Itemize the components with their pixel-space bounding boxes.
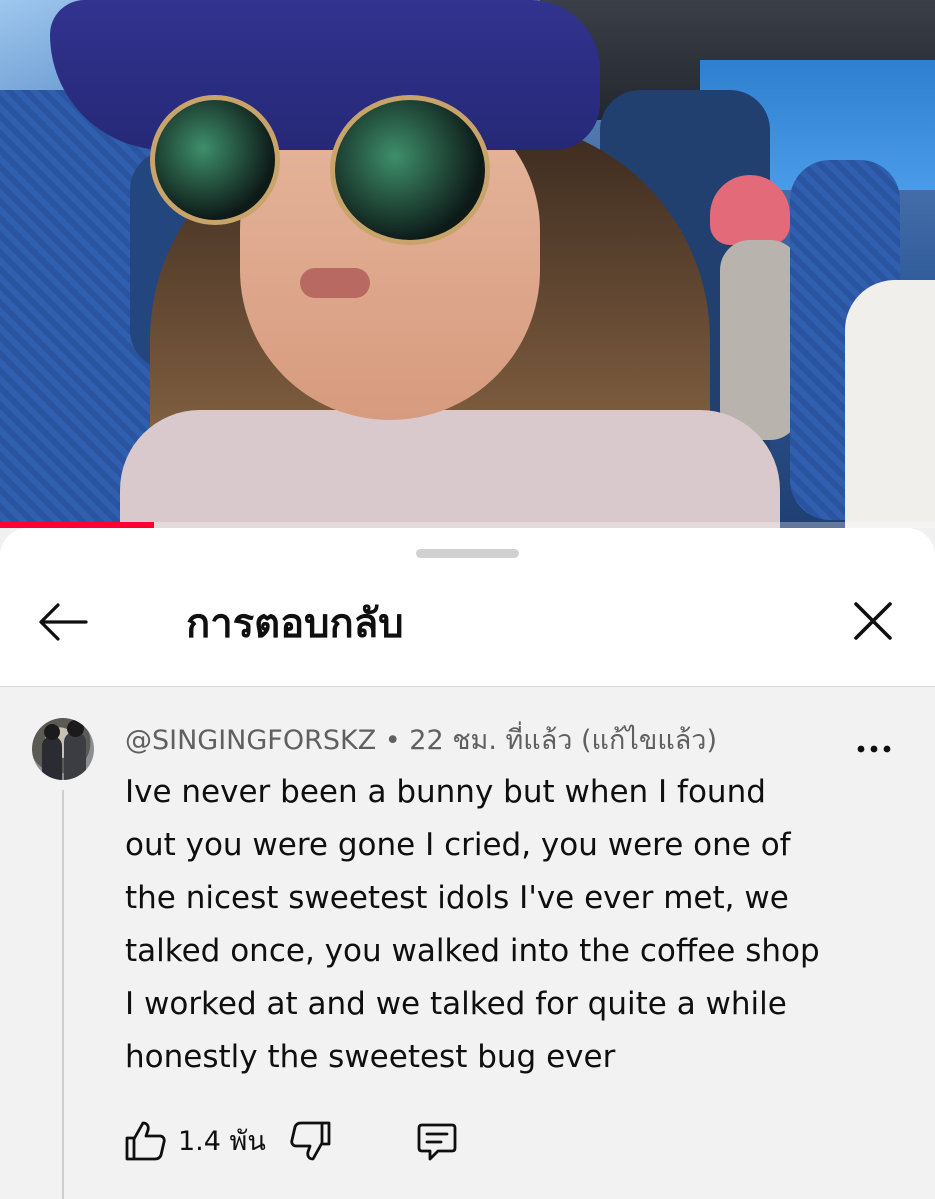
edited-label: (แก้ไขแล้ว) bbox=[581, 725, 717, 756]
meta-separator: • bbox=[376, 725, 410, 756]
passenger bbox=[720, 240, 800, 440]
more-options-button[interactable] bbox=[852, 732, 896, 766]
comment-line: the nicest sweetest idols I've ever met,… bbox=[125, 880, 789, 916]
reply-comment-icon bbox=[414, 1118, 460, 1164]
person-shirt bbox=[120, 410, 780, 528]
like-button[interactable] bbox=[122, 1118, 168, 1164]
drag-handle[interactable] bbox=[416, 549, 519, 558]
comment-line: out you were gone I cried, you were one … bbox=[125, 827, 791, 863]
thread-line bbox=[62, 790, 64, 1199]
comment-line: I worked at and we talked for quite a wh… bbox=[125, 986, 787, 1022]
dislike-button[interactable] bbox=[288, 1118, 334, 1164]
passenger bbox=[845, 280, 935, 528]
close-icon bbox=[846, 598, 900, 646]
comment-body: Ive never been a bunny but when I found … bbox=[125, 766, 865, 1084]
passenger-cap bbox=[710, 175, 790, 245]
comment-line: talked once, you walked into the coffee … bbox=[125, 933, 820, 969]
more-vertical-icon bbox=[852, 732, 896, 766]
comment-line: honestly the sweetest bug ever bbox=[125, 1039, 616, 1075]
comment-time: 22 ชม. ที่แล้ว bbox=[409, 725, 573, 756]
comment-meta: @SINGINGFORSKZ • 22 ชม. ที่แล้ว (แก้ไขแล… bbox=[125, 724, 717, 758]
back-button[interactable] bbox=[36, 600, 90, 644]
thumbs-down-icon bbox=[288, 1118, 334, 1164]
close-button[interactable] bbox=[846, 598, 900, 646]
video-player[interactable] bbox=[0, 0, 935, 528]
replies-panel: การตอบกลับ @SINGINGFORSKZ • 22 ชม. ที่แล… bbox=[0, 528, 935, 1199]
thumbs-up-icon bbox=[122, 1118, 168, 1164]
reply-button[interactable] bbox=[414, 1118, 460, 1164]
sunglasses-lens-left bbox=[150, 95, 280, 225]
avatar[interactable] bbox=[32, 718, 94, 780]
panel-header: การตอบกลับ bbox=[0, 528, 935, 687]
person-lips bbox=[300, 268, 370, 298]
comment-author[interactable]: @SINGINGFORSKZ bbox=[125, 725, 376, 756]
sunglasses-lens-right bbox=[330, 95, 490, 245]
panel-title: การตอบกลับ bbox=[186, 601, 404, 647]
like-count: 1.4 พัน bbox=[178, 1126, 266, 1157]
comment-line: Ive never been a bunny but when I found bbox=[125, 774, 766, 810]
person-cap bbox=[50, 0, 600, 150]
arrow-left-icon bbox=[36, 600, 90, 644]
